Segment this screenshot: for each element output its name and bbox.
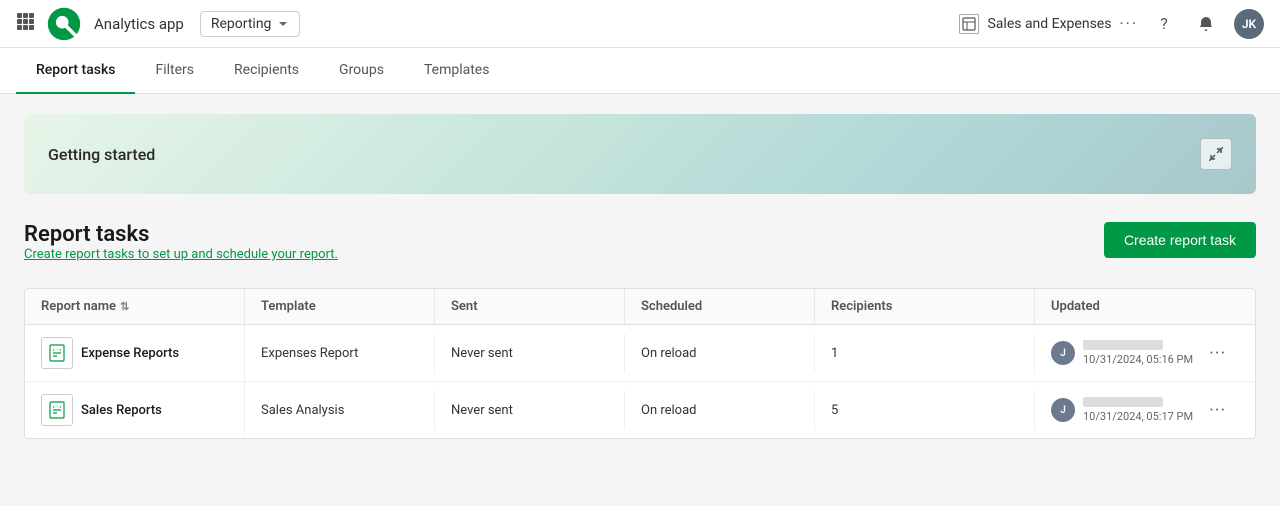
report-name-2[interactable]: Sales Reports: [81, 403, 162, 418]
tab-report-tasks[interactable]: Report tasks: [16, 48, 135, 94]
reporting-label: Reporting: [211, 16, 272, 32]
create-report-task-button[interactable]: Create report task: [1104, 222, 1256, 258]
banner-title: Getting started: [48, 145, 155, 164]
th-template: Template: [245, 289, 435, 324]
grid-icon[interactable]: [16, 12, 34, 35]
navbar-left: Analytics app Reporting: [16, 6, 947, 42]
td-sent-2: Never sent: [435, 391, 625, 430]
updated-info-2: 10/31/2024, 05:17 PM: [1083, 397, 1193, 423]
table-row: Sales Reports Sales Analysis Never sent …: [25, 382, 1255, 438]
notifications-icon[interactable]: [1192, 10, 1220, 38]
tab-recipients[interactable]: Recipients: [214, 48, 319, 94]
th-report-name: Report name ⇅: [25, 289, 245, 324]
td-report-name-1: Expense Reports: [25, 325, 245, 381]
report-name-1[interactable]: Expense Reports: [81, 346, 179, 361]
tab-groups[interactable]: Groups: [319, 48, 404, 94]
app-name: Analytics app: [94, 15, 184, 33]
updated-date-1: 10/31/2024, 05:16 PM: [1083, 353, 1193, 366]
td-scheduled-2: On reload: [625, 391, 815, 430]
reporting-dropdown[interactable]: Reporting: [200, 11, 301, 37]
qlik-logo[interactable]: [46, 6, 82, 42]
td-template-1: Expenses Report: [245, 334, 435, 373]
report-icon-2: [41, 394, 73, 426]
table-row: Expense Reports Expenses Report Never se…: [25, 325, 1255, 382]
navbar: Analytics app Reporting Sales and Expens…: [0, 0, 1280, 48]
td-updated-2: J 10/31/2024, 05:17 PM ···: [1035, 384, 1255, 437]
navbar-right: ? JK: [1150, 9, 1264, 39]
main-content: Getting started Report tasks Create repo…: [0, 94, 1280, 459]
tab-filters[interactable]: Filters: [135, 48, 214, 94]
updated-info-1: 10/31/2024, 05:16 PM: [1083, 340, 1193, 366]
navbar-center: Sales and Expenses ···: [959, 14, 1138, 34]
section-title: Report tasks: [24, 222, 338, 247]
sheet-name: Sales and Expenses: [987, 16, 1111, 32]
report-icon-1: [41, 337, 73, 369]
td-recipients-1: 1: [815, 334, 1035, 373]
row-more-button-1[interactable]: ···: [1201, 339, 1234, 368]
section-subtitle[interactable]: Create report tasks to set up and schedu…: [24, 247, 338, 262]
sheet-icon: [959, 14, 979, 34]
row-more-button-2[interactable]: ···: [1201, 396, 1234, 425]
td-template-2: Sales Analysis: [245, 391, 435, 430]
section-title-area: Report tasks Create report tasks to set …: [24, 222, 338, 282]
user-avatar-2: J: [1051, 398, 1075, 422]
updated-date-2: 10/31/2024, 05:17 PM: [1083, 410, 1193, 423]
td-sent-1: Never sent: [435, 334, 625, 373]
getting-started-banner: Getting started: [24, 114, 1256, 194]
th-updated: Updated: [1035, 289, 1255, 324]
td-scheduled-1: On reload: [625, 334, 815, 373]
tab-templates[interactable]: Templates: [404, 48, 510, 94]
updated-name-placeholder-2: [1083, 397, 1163, 407]
th-scheduled: Scheduled: [625, 289, 815, 324]
th-recipients: Recipients: [815, 289, 1035, 324]
updated-name-placeholder-1: [1083, 340, 1163, 350]
user-avatar[interactable]: JK: [1234, 9, 1264, 39]
section-header: Report tasks Create report tasks to set …: [24, 222, 1256, 282]
help-icon[interactable]: ?: [1150, 10, 1178, 38]
td-recipients-2: 5: [815, 391, 1035, 430]
sheet-more-icon[interactable]: ···: [1119, 14, 1138, 33]
user-avatar-1: J: [1051, 341, 1075, 365]
table-header-row: Report name ⇅ Template Sent Scheduled Re…: [25, 289, 1255, 325]
tabs-bar: Report tasks Filters Recipients Groups T…: [0, 48, 1280, 94]
td-report-name-2: Sales Reports: [25, 382, 245, 438]
th-sent: Sent: [435, 289, 625, 324]
report-tasks-table: Report name ⇅ Template Sent Scheduled Re…: [24, 288, 1256, 439]
sort-icon[interactable]: ⇅: [120, 300, 129, 313]
td-updated-1: J 10/31/2024, 05:16 PM ···: [1035, 327, 1255, 380]
expand-banner-button[interactable]: [1200, 138, 1232, 170]
